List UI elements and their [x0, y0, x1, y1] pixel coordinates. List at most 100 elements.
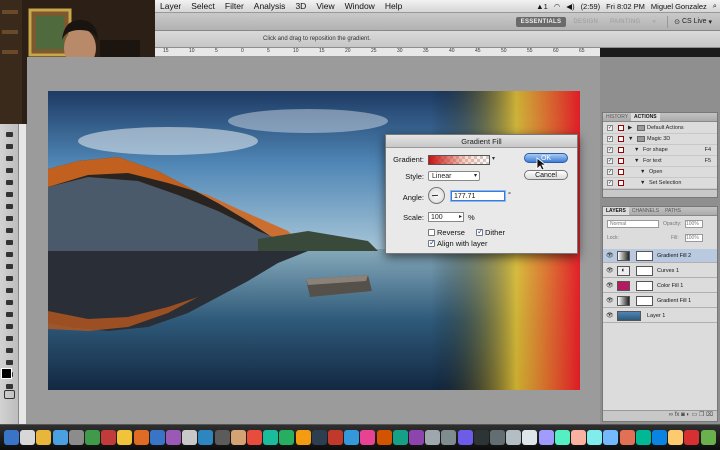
action-row[interactable]: ✓ ▶ Default Actions — [603, 123, 717, 134]
lasso-tool-icon[interactable] — [4, 154, 15, 163]
ok-button[interactable]: OK — [524, 153, 568, 163]
eyedropper-tool-icon[interactable] — [4, 190, 15, 199]
mask-icon[interactable]: ◙ — [681, 412, 685, 418]
dock-app-icon[interactable] — [279, 430, 295, 445]
gradient-dropdown-icon[interactable]: ▾ — [492, 155, 495, 162]
dock-app-icon[interactable] — [4, 430, 19, 445]
foreground-color-swatch[interactable] — [1, 368, 12, 379]
dock-app-icon[interactable] — [52, 430, 68, 445]
angle-input[interactable]: 177.71 — [451, 191, 505, 201]
menu-view[interactable]: View — [311, 1, 339, 11]
menu-filter[interactable]: Filter — [220, 1, 249, 11]
workspace-design[interactable]: DESIGN — [568, 17, 603, 27]
menu-select[interactable]: Select — [186, 1, 220, 11]
volume-icon[interactable]: ◀) — [563, 2, 577, 11]
cs-live-button[interactable]: ⊙ CS Live ▾ — [674, 18, 712, 26]
dock-app-icon[interactable] — [538, 430, 554, 445]
menu-layer[interactable]: Layer — [155, 1, 186, 11]
dock-app-icon[interactable] — [360, 430, 376, 445]
action-toggle-checkbox[interactable]: ✓ — [607, 180, 613, 186]
brush-tool-icon[interactable] — [4, 214, 15, 223]
visibility-eye-icon[interactable]: 👁 — [606, 267, 614, 274]
dock-app-icon[interactable] — [392, 430, 408, 445]
layer-row[interactable]: 👁 Gradient Fill 1 — [603, 294, 717, 308]
disclosure-triangle-icon[interactable]: ▼ — [640, 167, 645, 177]
wifi-icon[interactable]: ◠ — [551, 2, 564, 11]
layer-mask-thumbnail[interactable] — [636, 266, 653, 276]
disclosure-triangle-icon[interactable]: ▼ — [634, 145, 639, 155]
disclosure-triangle-icon[interactable]: ▼ — [640, 178, 645, 188]
dock-app-icon[interactable] — [554, 430, 570, 445]
workspace-more-button[interactable]: » — [647, 17, 661, 27]
3d-rotate-tool-icon[interactable] — [4, 346, 15, 355]
tab-channels[interactable]: CHANNELS — [629, 207, 662, 215]
history-brush-tool-icon[interactable] — [4, 238, 15, 247]
opacity-input[interactable]: 100% — [685, 220, 703, 228]
dock-app-icon[interactable] — [587, 430, 603, 445]
action-toggle-checkbox[interactable]: ✓ — [607, 136, 613, 142]
spotlight-icon[interactable]: ⌕ — [710, 1, 720, 11]
dock-app-icon[interactable] — [457, 430, 473, 445]
visibility-eye-icon[interactable]: 👁 — [606, 297, 614, 304]
workspace-painting[interactable]: PAINTING — [605, 17, 645, 27]
dodge-tool-icon[interactable] — [4, 286, 15, 295]
blend-mode-select[interactable]: Normal — [607, 220, 659, 228]
dock-app-icon[interactable] — [230, 430, 246, 445]
action-row[interactable]: ✓ ▼ For text F5 — [603, 156, 717, 167]
menu-help[interactable]: Help — [380, 1, 407, 11]
align-with-layer-checkbox[interactable] — [428, 238, 436, 247]
layer-row[interactable]: 👁 Layer 1 — [603, 309, 717, 323]
dock-app-icon[interactable] — [149, 430, 165, 445]
style-select[interactable]: Linear ▾ — [428, 171, 480, 181]
dialog-toggle-icon[interactable] — [618, 147, 624, 153]
tab-actions[interactable]: ACTIONS — [631, 113, 660, 121]
layer-row[interactable]: 👁 Gradient Fill 2 — [603, 249, 717, 263]
dock-app-icon[interactable] — [68, 430, 84, 445]
tab-paths[interactable]: PATHS — [662, 207, 684, 215]
dock-app-icon[interactable] — [311, 430, 327, 445]
blur-tool-icon[interactable] — [4, 274, 15, 283]
shape-tool-icon[interactable] — [4, 334, 15, 343]
disclosure-triangle-icon[interactable]: ▼ — [634, 156, 639, 166]
dock-app-icon[interactable] — [668, 430, 684, 445]
trash-icon[interactable]: ⌧ — [706, 412, 713, 418]
eraser-tool-icon[interactable] — [4, 250, 15, 259]
dock-app-icon[interactable] — [425, 430, 441, 445]
dialog-toggle-icon[interactable] — [618, 125, 624, 131]
dock-app-icon[interactable] — [198, 430, 214, 445]
battery-status[interactable]: (2:59) — [578, 2, 604, 11]
quick-select-tool-icon[interactable] — [4, 166, 15, 175]
dock-app-icon[interactable] — [490, 430, 505, 445]
folder-icon[interactable]: ▭ — [692, 412, 698, 418]
scale-input[interactable]: 100 ▸ — [428, 212, 464, 222]
dock-app-icon[interactable] — [522, 430, 538, 445]
quick-mask-icon[interactable] — [4, 390, 15, 399]
action-toggle-checkbox[interactable]: ✓ — [607, 147, 613, 153]
clock[interactable]: Fri 8:02 PM — [603, 2, 648, 11]
user-name[interactable]: Miguel Gonzalez — [648, 2, 710, 11]
link-layers-icon[interactable]: ∞ — [669, 412, 673, 418]
workspace-essentials[interactable]: ESSENTIALS — [515, 16, 567, 27]
dock-app-icon[interactable] — [344, 430, 360, 445]
marquee-tool-icon[interactable] — [4, 142, 15, 151]
new-layer-icon[interactable]: ❐ — [699, 412, 704, 418]
cancel-button[interactable]: Cancel — [524, 170, 568, 180]
3d-camera-tool-icon[interactable] — [4, 358, 15, 367]
dock-app-icon[interactable] — [166, 430, 181, 445]
path-select-tool-icon[interactable] — [4, 322, 15, 331]
layer-mask-thumbnail[interactable] — [636, 281, 653, 291]
menu-window[interactable]: Window — [340, 1, 380, 11]
dialog-toggle-icon[interactable] — [618, 180, 624, 186]
gradient-tool-icon[interactable] — [4, 262, 15, 271]
layer-mask-thumbnail[interactable] — [636, 251, 653, 261]
clone-stamp-tool-icon[interactable] — [4, 226, 15, 235]
dock-app-icon[interactable] — [506, 430, 522, 445]
dock-app-icon[interactable] — [295, 430, 311, 445]
dither-checkbox[interactable] — [476, 227, 484, 236]
dock-app-icon[interactable] — [376, 430, 392, 445]
dialog-toggle-icon[interactable] — [618, 158, 624, 164]
action-row[interactable]: ✓ ▼ For shape F4 — [603, 145, 717, 156]
dock-app-icon[interactable] — [684, 430, 700, 445]
adjustment-icon[interactable]: ◐ — [686, 412, 690, 418]
dock-app-icon[interactable] — [571, 430, 586, 445]
